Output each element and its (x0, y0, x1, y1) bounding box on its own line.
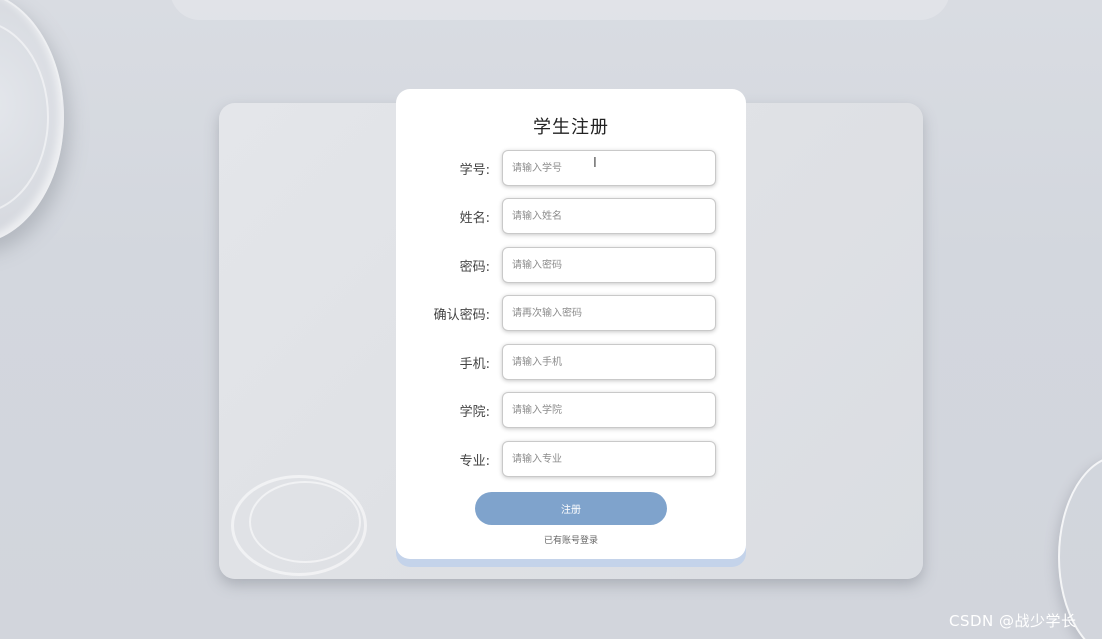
college-input[interactable] (502, 392, 716, 428)
phone-input[interactable] (502, 344, 716, 380)
major-input[interactable] (502, 441, 716, 477)
form-row-name: 姓名: (396, 198, 746, 234)
confirm-password-input[interactable] (502, 295, 716, 331)
name-input[interactable] (502, 198, 716, 234)
college-label: 学院: (459, 405, 490, 420)
name-label: 姓名: (459, 211, 490, 226)
major-label: 专业: (459, 454, 490, 469)
text-cursor-icon: I (593, 156, 597, 171)
student-id-input[interactable] (502, 150, 716, 186)
form-row-password: 密码: (396, 247, 746, 283)
password-input[interactable] (502, 247, 716, 283)
form-row-major: 专业: (396, 441, 746, 477)
student-id-label: 学号: (459, 163, 490, 178)
register-button[interactable]: 注册 (475, 492, 667, 525)
decorative-panel-ring-inner (249, 481, 361, 563)
watermark: CSDN @战少学长 (949, 612, 1077, 630)
form-row-phone: 手机: (396, 344, 746, 380)
page-background: 学生注册 学号: 姓名: 密码: 确认密码: 手机: 学院: 专业: (0, 0, 1102, 639)
login-link[interactable]: 已有账号登录 (396, 533, 746, 546)
registration-card: 学生注册 学号: 姓名: 密码: 确认密码: 手机: 学院: 专业: (396, 89, 746, 559)
confirm-password-label: 确认密码: (433, 308, 490, 323)
decorative-top-bar (170, 0, 950, 20)
phone-label: 手机: (459, 357, 490, 372)
form-row-student-id: 学号: (396, 150, 746, 186)
form-row-confirm-password: 确认密码: (396, 295, 746, 331)
form-title: 学生注册 (533, 117, 609, 138)
form-row-college: 学院: (396, 392, 746, 428)
password-label: 密码: (459, 260, 490, 275)
